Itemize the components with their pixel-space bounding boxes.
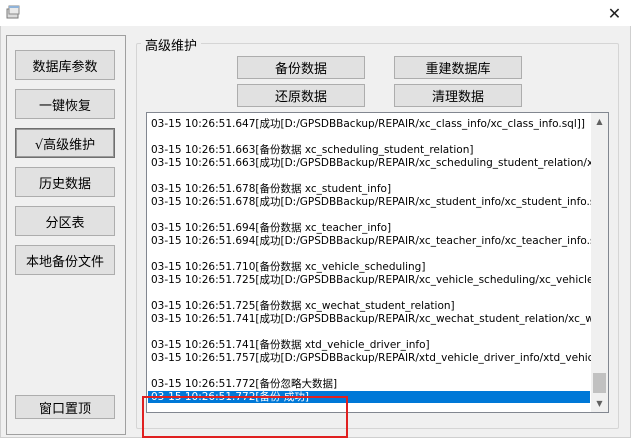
log-line[interactable]: 03-15 10:26:51.741[成功[D:/GPSDBBackup/REP…	[151, 313, 608, 325]
window-client: 数据库参数 一键恢复 √高级维护 历史数据 分区表 本地备份文件 窗口置顶 高级…	[0, 26, 631, 438]
db-params-button[interactable]: 数据库参数	[15, 50, 115, 80]
scroll-down-icon[interactable]: ▼	[591, 395, 608, 412]
restore-data-button[interactable]: 还原数据	[237, 84, 365, 107]
log-scrollbar[interactable]: ▲ ▼	[591, 113, 608, 412]
title-bar: ✕	[0, 0, 631, 26]
advanced-maintenance-button[interactable]: √高级维护	[15, 128, 115, 158]
log-line[interactable]: 03-15 10:26:51.678[备份数据 xc_student_info]	[151, 183, 391, 195]
log-line[interactable]: 03-15 10:26:51.694[备份数据 xc_teacher_info]	[151, 222, 391, 234]
close-button[interactable]: ✕	[598, 0, 631, 26]
app-window-icon	[6, 5, 20, 19]
window-pin-button[interactable]: 窗口置顶	[15, 395, 115, 419]
one-click-restore-button[interactable]: 一键恢复	[15, 89, 115, 119]
group-title: 高级维护	[141, 35, 202, 54]
close-icon: ✕	[607, 3, 622, 23]
nav-panel: 数据库参数 一键恢复 √高级维护 历史数据 分区表 本地备份文件 窗口置顶	[6, 35, 126, 435]
log-listbox[interactable]: 03-15 10:26:51.647[成功[D:/GPSDBBackup/REP…	[146, 112, 609, 413]
log-line[interactable]: 03-15 10:26:51.663[成功[D:/GPSDBBackup/REP…	[151, 157, 608, 169]
log-line[interactable]: 03-15 10:26:51.725[成功[D:/GPSDBBackup/REP…	[151, 274, 608, 286]
log-line[interactable]: 03-15 10:26:51.647[成功[D:/GPSDBBackup/REP…	[151, 118, 585, 130]
rebuild-database-button[interactable]: 重建数据库	[394, 56, 522, 79]
scroll-thumb[interactable]	[593, 373, 606, 393]
backup-data-button[interactable]: 备份数据	[237, 56, 365, 79]
log-line[interactable]: 03-15 10:26:51.694[成功[D:/GPSDBBackup/REP…	[151, 235, 608, 247]
scroll-up-icon[interactable]: ▲	[591, 113, 608, 130]
log-line[interactable]: 03-15 10:26:51.710[备份数据 xc_vehicle_sched…	[151, 261, 425, 273]
history-data-button[interactable]: 历史数据	[15, 167, 115, 197]
clean-data-button[interactable]: 清理数据	[394, 84, 522, 107]
log-line[interactable]: 03-15 10:26:51.663[备份数据 xc_scheduling_st…	[151, 144, 473, 156]
log-line[interactable]: 03-15 10:26:51.725[备份数据 xc_wechat_studen…	[151, 300, 455, 312]
log-line-selected[interactable]: 03-15 10:26:51.772[备份 成功]	[148, 391, 590, 403]
log-line[interactable]: 03-15 10:26:51.678[成功[D:/GPSDBBackup/REP…	[151, 196, 608, 208]
log-line[interactable]: 03-15 10:26:51.772[备份忽略大数据]	[151, 378, 337, 390]
log-line[interactable]: 03-15 10:26:51.757[成功[D:/GPSDBBackup/REP…	[151, 352, 608, 364]
log-line[interactable]: 03-15 10:26:51.741[备份数据 xtd_vehicle_driv…	[151, 339, 430, 351]
partition-table-button[interactable]: 分区表	[15, 206, 115, 236]
local-backup-files-button[interactable]: 本地备份文件	[15, 245, 115, 275]
